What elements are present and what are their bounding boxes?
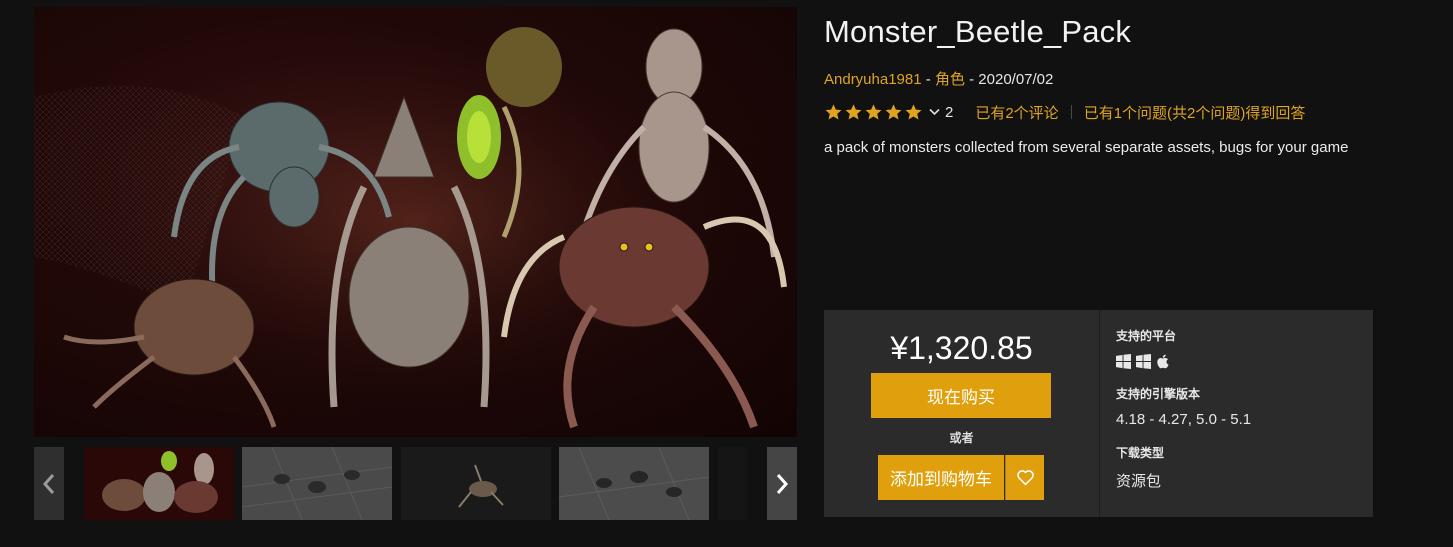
star-icon [885, 103, 902, 119]
hero-image[interactable] [34, 7, 797, 437]
category-link[interactable]: 角色 [935, 71, 965, 88]
wishlist-button[interactable] [1005, 455, 1044, 500]
meta-separator: - [921, 71, 935, 88]
questions-link[interactable]: 已有1个问题(共2个问题)得到回答 [1084, 102, 1306, 123]
download-type-label: 下载类型 [1116, 446, 1165, 460]
buy-now-button[interactable]: 现在购买 [871, 373, 1051, 418]
platforms-label: 支持的平台 [1116, 329, 1177, 343]
apple-icon [1157, 354, 1169, 369]
product-meta: Andryuha1981 - 角色 - 2020/07/02 [824, 68, 1053, 89]
reviews-link[interactable]: 已有2个评论 [975, 102, 1058, 123]
chevron-down-icon [929, 108, 940, 116]
author-link[interactable]: Andryuha1981 [824, 71, 922, 88]
thumbnail-5[interactable] [718, 447, 747, 520]
star-icon [825, 103, 842, 119]
star-rating[interactable] [824, 103, 923, 122]
chevron-left-icon [42, 473, 55, 494]
engine-version-value: 4.18 - 4.27, 5.0 - 5.1 [1116, 411, 1252, 428]
star-icon [905, 103, 922, 119]
thumbnail-4[interactable] [559, 447, 709, 520]
product-page: Monster_Beetle_Pack Andryuha1981 - 角色 - … [0, 0, 1453, 547]
thumbnail-3[interactable] [401, 447, 551, 520]
rating-row: 2 已有2个评论 已有1个问题(共2个问题)得到回答 [824, 101, 1305, 123]
thumbnail-strip [34, 447, 797, 520]
price: ¥1,320.85 [890, 330, 1033, 366]
thumbnail-3-image [401, 447, 551, 520]
divider [1070, 105, 1072, 119]
thumbnail-1-image [84, 447, 234, 520]
purchase-panel: ¥1,320.85 现在购买 或者 添加到购物车 支持的平台 支持的引擎版本 4… [824, 310, 1373, 517]
download-type-value: 资源包 [1116, 473, 1162, 490]
meta-separator: - [964, 71, 979, 88]
cart-button-group: 添加到购物车 [878, 455, 1044, 500]
release-date: 2020/07/02 [978, 71, 1054, 88]
rating-count: 2 [945, 103, 954, 121]
thumbnail-2-image [242, 447, 392, 520]
thumbnail-2[interactable] [242, 447, 392, 520]
panel-divider [1099, 310, 1100, 517]
product-description: a pack of monsters collected from severa… [824, 139, 1349, 156]
product-specs: 支持的平台 支持的引擎版本 4.18 - 4.27, 5.0 - 5.1 下载类… [1116, 310, 1366, 517]
rating-dropdown[interactable]: 2 [929, 104, 953, 121]
chevron-right-icon [776, 473, 789, 494]
thumbnail-1[interactable] [84, 447, 234, 520]
windows-icon [1116, 354, 1131, 369]
star-icon [865, 103, 882, 119]
or-label: 或者 [949, 431, 974, 445]
platform-icons [1116, 354, 1171, 369]
purchase-actions: ¥1,320.85 现在购买 或者 添加到购物车 [824, 310, 1099, 517]
product-title: Monster_Beetle_Pack [824, 14, 1132, 49]
engine-version-label: 支持的引擎版本 [1116, 387, 1201, 401]
thumbnail-4-image [559, 447, 709, 520]
heart-icon [1016, 470, 1034, 486]
add-to-cart-button[interactable]: 添加到购物车 [878, 455, 1004, 500]
thumbnail-5-image [718, 447, 747, 520]
thumbnail-prev-button[interactable] [34, 447, 64, 520]
star-icon [845, 103, 862, 119]
hero-artwork [34, 7, 797, 437]
windows-icon [1136, 354, 1151, 369]
thumbnail-next-button[interactable] [767, 447, 797, 520]
